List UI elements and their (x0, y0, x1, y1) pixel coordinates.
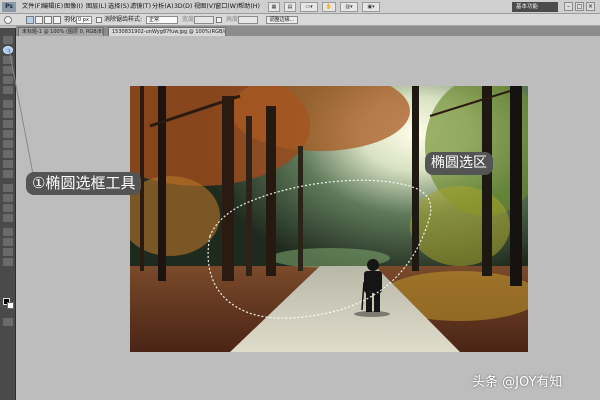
menu-window[interactable]: 窗口(W) (215, 2, 238, 12)
document-tab-bar: 未标题-1 @ 100% (图层 0, RGB/8) * 1530831902-… (16, 26, 600, 36)
refine-edge-button[interactable]: 调整边缘... (266, 16, 298, 24)
menu-select[interactable]: 选择(S) (108, 2, 129, 12)
brush-tool-icon[interactable] (3, 110, 13, 118)
arrange-documents-button[interactable]: ▥▾ (340, 2, 358, 12)
crop-tool-icon[interactable] (3, 76, 13, 84)
tool-annotation-label: ①椭圆选框工具 (26, 172, 142, 195)
forest-path-image (130, 86, 528, 352)
feather-input[interactable]: 0 px (76, 16, 92, 24)
history-brush-tool-icon[interactable] (3, 130, 13, 138)
watermark-text: 头条 @JOY有知 (472, 375, 563, 390)
minibridge-button[interactable]: ▤ (284, 2, 296, 12)
options-bar: 羽化: 0 px 消除锯齿 样式: 正常 宽度: 高度: 调整边缘... (0, 14, 600, 26)
close-icon[interactable]: × (586, 2, 595, 11)
menu-view[interactable]: 视图(V) (194, 2, 215, 12)
clone-stamp-tool-icon[interactable] (3, 120, 13, 128)
menu-filter[interactable]: 滤镜(T) (130, 2, 151, 12)
antialias-checkbox[interactable] (96, 17, 102, 23)
screen-mode-button[interactable]: ▣▾ (362, 2, 380, 12)
elliptical-marquee-tool-icon[interactable] (3, 46, 13, 54)
shape-tool-icon[interactable] (3, 214, 13, 222)
minimize-icon[interactable]: – (564, 2, 573, 11)
new-selection-icon[interactable] (26, 16, 34, 24)
menu-3d[interactable]: 3D(D) (174, 2, 192, 12)
hand-tool-icon[interactable] (3, 248, 13, 256)
quick-selection-tool-icon[interactable] (3, 66, 13, 74)
selection-annotation-label: 椭圆选区 (425, 152, 493, 175)
width-input[interactable] (194, 16, 214, 24)
move-tool-icon[interactable] (3, 36, 13, 44)
restore-icon[interactable]: □ (575, 2, 584, 11)
quick-mask-icon[interactable] (3, 318, 13, 326)
eyedropper-tool-icon[interactable] (3, 86, 13, 94)
style-select[interactable]: 正常 (146, 16, 178, 24)
swap-dimensions-icon[interactable] (216, 17, 222, 23)
lasso-tool-icon[interactable] (3, 56, 13, 64)
elliptical-marquee-preset-icon[interactable] (4, 16, 12, 24)
type-tool-icon[interactable] (3, 194, 13, 202)
background-color-swatch[interactable] (7, 302, 14, 309)
workspace-switcher[interactable]: 基本功能 (512, 2, 558, 12)
blur-tool-icon[interactable] (3, 160, 13, 168)
path-selection-tool-icon[interactable] (3, 204, 13, 212)
photoshop-logo-icon: Ps (2, 2, 16, 12)
tab-photo[interactable]: 1530831902-unWyg87fuw.jpg @ 100%(RGB/8#) (108, 27, 226, 36)
pen-tool-icon[interactable] (3, 184, 13, 192)
antialias-label: 消除锯齿 (104, 16, 129, 23)
gradient-tool-icon[interactable] (3, 150, 13, 158)
menu-analysis[interactable]: 分析(A) (152, 2, 173, 12)
bridge-button[interactable]: ▦ (268, 2, 280, 12)
hand-tool-button[interactable]: ✋ (322, 2, 336, 12)
3d-orbit-tool-icon[interactable] (3, 238, 13, 246)
subtract-selection-icon[interactable] (44, 16, 52, 24)
menu-file[interactable]: 文件(F) (22, 2, 43, 12)
tools-panel (0, 28, 16, 400)
style-label: 样式: (128, 16, 143, 23)
zoom-level-dropdown[interactable]: ▭▾ (300, 2, 318, 12)
menu-layer[interactable]: 图层(L) (86, 2, 107, 12)
3d-rotate-tool-icon[interactable] (3, 228, 13, 236)
menu-help[interactable]: 帮助(H) (238, 2, 260, 12)
intersect-selection-icon[interactable] (53, 16, 61, 24)
menu-edit[interactable]: 编辑(E) (42, 2, 63, 12)
canvas-photo[interactable] (130, 86, 528, 352)
zoom-tool-icon[interactable] (3, 258, 13, 266)
healing-brush-tool-icon[interactable] (3, 100, 13, 108)
height-input[interactable] (238, 16, 258, 24)
tab-untitled[interactable]: 未标题-1 @ 100% (图层 0, RGB/8) * (18, 27, 104, 36)
add-selection-icon[interactable] (35, 16, 43, 24)
eraser-tool-icon[interactable] (3, 140, 13, 148)
menu-bar: Ps 文件(F) 编辑(E) 图像(I) 图层(L) 选择(S) 滤镜(T) 分… (0, 0, 600, 14)
menu-image[interactable]: 图像(I) (64, 2, 83, 12)
dodge-tool-icon[interactable] (3, 170, 13, 178)
